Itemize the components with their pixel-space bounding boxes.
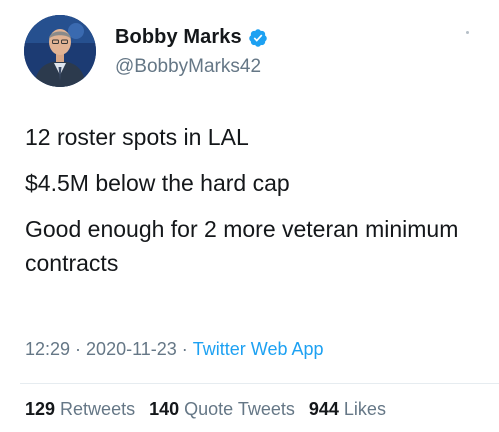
tweet-line: Good enough for 2 more veteran minimum c… bbox=[25, 216, 459, 276]
tweet-stats: 129 Retweets 140 Quote Tweets 944 Likes bbox=[25, 399, 386, 420]
avatar[interactable] bbox=[24, 15, 96, 87]
quote-tweets-count: 140 bbox=[149, 399, 180, 419]
tweet-source-link[interactable]: Twitter Web App bbox=[193, 339, 324, 359]
likes-label: Likes bbox=[343, 399, 386, 419]
author-name-row: Bobby Marks bbox=[115, 26, 268, 49]
tweet-card: Bobby Marks @BobbyMarks42 12 roster spot… bbox=[0, 0, 499, 432]
verified-badge-icon bbox=[248, 28, 268, 48]
tweet-metadata: 12:29 · 2020-11-23 · Twitter Web App bbox=[25, 339, 324, 360]
tweet-line: 12 roster spots in LAL bbox=[25, 124, 249, 150]
retweets-count: 129 bbox=[25, 399, 56, 419]
avatar-image bbox=[24, 15, 96, 87]
quote-tweets-label: Quote Tweets bbox=[184, 399, 295, 419]
more-options-icon[interactable] bbox=[459, 24, 475, 40]
likes-stat[interactable]: 944 Likes bbox=[309, 399, 386, 420]
quote-tweets-stat[interactable]: 140 Quote Tweets bbox=[149, 399, 295, 420]
tweet-header: Bobby Marks @BobbyMarks42 bbox=[20, 14, 479, 88]
divider bbox=[20, 383, 499, 384]
retweets-label: Retweets bbox=[60, 399, 136, 419]
author-display-name[interactable]: Bobby Marks bbox=[115, 26, 242, 49]
tweet-text: 12 roster spots in LAL $4.5M below the h… bbox=[25, 120, 475, 292]
tweet-date[interactable]: 2020-11-23 bbox=[86, 339, 177, 359]
meta-separator: · bbox=[75, 339, 82, 359]
author-handle[interactable]: @BobbyMarks42 bbox=[115, 56, 261, 78]
more-dot bbox=[465, 30, 469, 34]
likes-count: 944 bbox=[308, 399, 339, 419]
tweet-line: $4.5M below the hard cap bbox=[25, 170, 290, 196]
meta-separator: · bbox=[181, 339, 188, 359]
retweets-stat[interactable]: 129 Retweets bbox=[25, 399, 135, 420]
tweet-time[interactable]: 12:29 bbox=[25, 339, 70, 359]
